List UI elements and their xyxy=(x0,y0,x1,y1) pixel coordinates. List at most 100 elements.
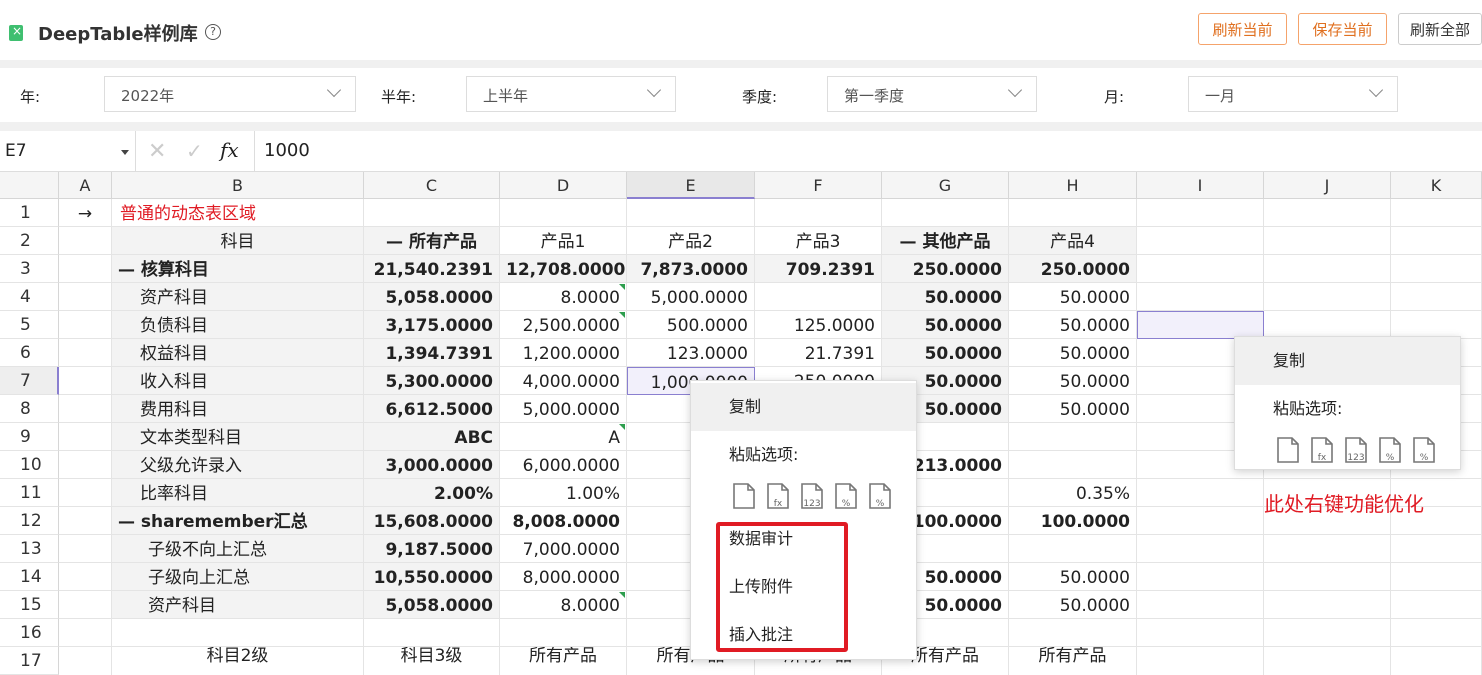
cell-c16[interactable] xyxy=(364,619,500,647)
cell-c7[interactable]: 5,300.0000 xyxy=(364,367,500,395)
cell-k2[interactable] xyxy=(1391,227,1482,255)
row-header-8[interactable]: 8 xyxy=(0,395,59,423)
paste-values-format-icon[interactable]: % xyxy=(867,481,893,511)
cell-j17[interactable] xyxy=(1264,647,1391,675)
cell-e3[interactable]: 7,873.0000 xyxy=(627,255,755,283)
check-icon[interactable]: ✓ xyxy=(186,139,203,163)
select-all-corner[interactable] xyxy=(0,172,59,199)
cell-b4[interactable]: 资产科目 xyxy=(112,283,364,311)
cell-b16[interactable] xyxy=(112,619,364,647)
cancel-icon[interactable]: ✕ xyxy=(148,139,166,164)
cell-b3[interactable]: — 核算科目 xyxy=(112,255,364,283)
cell-i2[interactable] xyxy=(1137,227,1264,255)
row-header-11[interactable]: 11 xyxy=(0,479,59,507)
cell-a8[interactable] xyxy=(59,395,112,423)
cell-h1[interactable] xyxy=(1009,199,1137,227)
cell-c11[interactable]: 2.00% xyxy=(364,479,500,507)
cell-b6[interactable]: 权益科目 xyxy=(112,339,364,367)
cell-f3[interactable]: 709.2391 xyxy=(755,255,882,283)
cell-h10[interactable] xyxy=(1009,451,1137,479)
cell-e5[interactable]: 500.0000 xyxy=(627,311,755,339)
cell-j16[interactable] xyxy=(1264,619,1391,647)
row-header-10[interactable]: 10 xyxy=(0,451,59,479)
cell-d3[interactable]: 12,708.0000 xyxy=(500,255,627,283)
cell-j3[interactable] xyxy=(1264,255,1391,283)
cell-i15[interactable] xyxy=(1137,591,1264,619)
save-current-button[interactable]: 保存当前 xyxy=(1298,13,1387,45)
column-header-d[interactable]: D xyxy=(500,172,627,199)
cell-f2[interactable]: 产品3 xyxy=(755,227,882,255)
cell-c12[interactable]: 15,608.0000 xyxy=(364,507,500,535)
cell-b9[interactable]: 文本类型科目 xyxy=(112,423,364,451)
cell-i5[interactable] xyxy=(1137,311,1264,339)
cell-e2[interactable]: 产品2 xyxy=(627,227,755,255)
cell-h5[interactable]: 50.0000 xyxy=(1009,311,1137,339)
cell-h4[interactable]: 50.0000 xyxy=(1009,283,1137,311)
cell-g3[interactable]: 250.0000 xyxy=(882,255,1009,283)
row-header-9[interactable]: 9 xyxy=(0,423,59,451)
cell-k16[interactable] xyxy=(1391,619,1482,647)
cell-a12[interactable] xyxy=(59,507,112,535)
cell-d5[interactable]: 2,500.0000 xyxy=(500,311,627,339)
cell-a10[interactable] xyxy=(59,451,112,479)
cell-k4[interactable] xyxy=(1391,283,1482,311)
cell-d11[interactable]: 1.00% xyxy=(500,479,627,507)
cell-c2[interactable]: — 所有产品 xyxy=(364,227,500,255)
cell-h11[interactable]: 0.35% xyxy=(1009,479,1137,507)
cell-a4[interactable] xyxy=(59,283,112,311)
row-header-6[interactable]: 6 xyxy=(0,339,59,367)
paste-values-format-icon[interactable]: % xyxy=(1411,435,1437,465)
cell-a11[interactable] xyxy=(59,479,112,507)
cell-g4[interactable]: 50.0000 xyxy=(882,283,1009,311)
row-header-14[interactable]: 14 xyxy=(0,563,59,591)
cell-j2[interactable] xyxy=(1264,227,1391,255)
column-header-i[interactable]: I xyxy=(1137,172,1264,199)
cell-h16[interactable] xyxy=(1009,619,1137,647)
column-header-j[interactable]: J xyxy=(1264,172,1391,199)
cell-i17[interactable] xyxy=(1137,647,1264,675)
cell-d12[interactable]: 8,008.0000 xyxy=(500,507,627,535)
refresh-all-button[interactable]: 刷新全部 xyxy=(1398,13,1482,45)
cell-c9[interactable]: ABC xyxy=(364,423,500,451)
cell-h7[interactable]: 50.0000 xyxy=(1009,367,1137,395)
paste-format-icon[interactable]: % xyxy=(833,481,859,511)
cell-a3[interactable] xyxy=(59,255,112,283)
cell-j13[interactable] xyxy=(1264,535,1391,563)
cell-a9[interactable] xyxy=(59,423,112,451)
cell-j14[interactable] xyxy=(1264,563,1391,591)
cell-c8[interactable]: 6,612.5000 xyxy=(364,395,500,423)
column-header-h[interactable]: H xyxy=(1009,172,1137,199)
cell-a13[interactable] xyxy=(59,535,112,563)
cell-f5[interactable]: 125.0000 xyxy=(755,311,882,339)
cell-h14[interactable]: 50.0000 xyxy=(1009,563,1137,591)
row-header-16[interactable]: 16 xyxy=(0,619,59,647)
cell-h6[interactable]: 50.0000 xyxy=(1009,339,1137,367)
refresh-current-button[interactable]: 刷新当前 xyxy=(1198,13,1287,45)
cell-h17[interactable]: 所有产品 xyxy=(1009,647,1137,675)
cell-k1[interactable] xyxy=(1391,199,1482,227)
column-header-k[interactable]: K xyxy=(1391,172,1482,199)
year-select[interactable]: 2022年 xyxy=(104,76,356,112)
cell-a17[interactable] xyxy=(59,647,112,675)
cell-j1[interactable] xyxy=(1264,199,1391,227)
cell-g5[interactable]: 50.0000 xyxy=(882,311,1009,339)
cell-c4[interactable]: 5,058.0000 xyxy=(364,283,500,311)
cell-i16[interactable] xyxy=(1137,619,1264,647)
paste-values-icon[interactable]: 123 xyxy=(1343,435,1369,465)
row-header-13[interactable]: 13 xyxy=(0,535,59,563)
cell-e6[interactable]: 123.0000 xyxy=(627,339,755,367)
cell-c14[interactable]: 10,550.0000 xyxy=(364,563,500,591)
cell-b13[interactable]: 子级不向上汇总 xyxy=(112,535,364,563)
cell-b12[interactable]: — sharemember汇总 xyxy=(112,507,364,535)
cell-k15[interactable] xyxy=(1391,591,1482,619)
copy-menu-item[interactable]: 复制 xyxy=(1235,337,1460,385)
copy-menu-item[interactable]: 复制 xyxy=(691,383,916,431)
row-header-2[interactable]: 2 xyxy=(0,227,59,255)
dropdown-arrow-icon[interactable] xyxy=(121,150,129,155)
column-header-c[interactable]: C xyxy=(364,172,500,199)
quarter-select[interactable]: 第一季度 xyxy=(827,76,1037,112)
column-header-e[interactable]: E xyxy=(627,172,755,199)
cell-c13[interactable]: 9,187.5000 xyxy=(364,535,500,563)
help-icon[interactable]: ? xyxy=(205,24,221,40)
row-header-12[interactable]: 12 xyxy=(0,507,59,535)
